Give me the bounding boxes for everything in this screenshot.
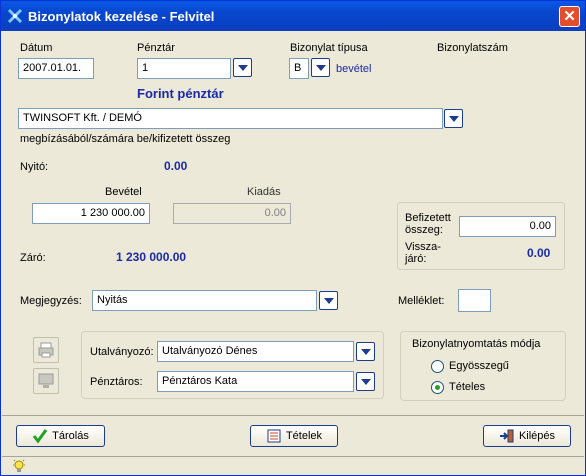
penztaros-label: Pénztáros: bbox=[90, 376, 143, 388]
print-mode-title: Bizonylatnyomtatás módja bbox=[412, 338, 541, 350]
nyito-value: 0.00 bbox=[164, 159, 188, 173]
lightbulb-icon bbox=[13, 459, 25, 472]
penztar-dropdown-button[interactable] bbox=[233, 58, 252, 77]
penztar-label: Pénztár bbox=[137, 42, 175, 54]
preview-button[interactable] bbox=[33, 368, 59, 394]
items-list-icon bbox=[267, 429, 281, 443]
exit-button[interactable]: Kilépés bbox=[483, 425, 571, 447]
items-button-label: Tételek bbox=[285, 430, 323, 442]
megjegyzes-dropdown-button[interactable] bbox=[319, 291, 338, 310]
megjegyzes-label: Megjegyzés: bbox=[20, 295, 82, 307]
bizonylat-tipus-label: Bizonylat típusa bbox=[290, 42, 368, 54]
penztaros-dropdown-button[interactable] bbox=[356, 372, 375, 391]
kiadas-label: Kiadás bbox=[247, 186, 281, 198]
zaro-label: Záró: bbox=[20, 252, 46, 264]
close-button[interactable]: ✕ bbox=[559, 6, 580, 27]
exit-button-label: Kilépés bbox=[518, 430, 556, 442]
main-window: Bizonylatok kezelése - Felvitel ✕ Dátum … bbox=[0, 0, 586, 476]
persons-box: Utalványozó: Utalványozó Dénes Pénztáros… bbox=[81, 331, 384, 399]
radio-egyosszegu-label[interactable]: Egyösszegű bbox=[449, 360, 509, 372]
penztaros-select[interactable]: Pénztáros Kata bbox=[157, 371, 354, 392]
bizonylat-tipus-select[interactable]: B bbox=[289, 58, 309, 79]
kiadas-field: 0.00 bbox=[173, 203, 291, 224]
visszajaro-value: 0.00 bbox=[527, 246, 551, 260]
partner-caption: megbízásából/számára be/kifizetett össze… bbox=[20, 133, 231, 145]
save-button-label: Tárolás bbox=[52, 430, 89, 442]
utalvanyozo-select[interactable]: Utalványozó Dénes bbox=[157, 341, 354, 362]
visszajaro-label: Vissza-járó: bbox=[405, 241, 441, 265]
bizonylat-tipus-dropdown-button[interactable] bbox=[311, 58, 330, 77]
zaro-value: 1 230 000.00 bbox=[116, 250, 187, 264]
window-title: Bizonylatok kezelése - Felvitel bbox=[28, 9, 215, 24]
megjegyzes-select[interactable]: Nyitás bbox=[92, 290, 317, 311]
nyito-label: Nyitó: bbox=[20, 161, 49, 173]
bizonylat-tipus-text: bevétel bbox=[336, 63, 372, 75]
bizonylatszam-label: Bizonylatszám bbox=[437, 42, 508, 54]
utalvanyozo-dropdown-button[interactable] bbox=[356, 342, 375, 361]
bevetel-label: Bevétel bbox=[105, 186, 142, 198]
payment-box: Befizetett összeg: 0.00 Vissza-járó: 0.0… bbox=[397, 202, 565, 270]
datum-field[interactable]: 2007.01.01. bbox=[18, 58, 94, 79]
checkmark-icon bbox=[32, 429, 48, 444]
printer-icon bbox=[38, 342, 54, 358]
status-bar bbox=[2, 456, 584, 475]
radio-egyosszegu[interactable] bbox=[431, 360, 444, 373]
partner-select[interactable]: TWINSOFT Kft. / DEMÓ bbox=[18, 108, 443, 129]
radio-teteles[interactable] bbox=[431, 381, 444, 394]
title-bar: Bizonylatok kezelése - Felvitel ✕ bbox=[1, 1, 585, 31]
print-mode-box: Bizonylatnyomtatás módja Egyösszegű Téte… bbox=[400, 331, 566, 401]
bevetel-field[interactable]: 1 230 000.00 bbox=[32, 203, 150, 224]
datum-label: Dátum bbox=[20, 42, 53, 54]
items-button[interactable]: Tételek bbox=[250, 425, 338, 447]
penztar-select[interactable]: 1 bbox=[137, 58, 231, 79]
radio-teteles-label[interactable]: Tételes bbox=[449, 381, 485, 393]
penztar-name: Forint pénztár bbox=[137, 86, 224, 101]
befizetett-field[interactable]: 0.00 bbox=[459, 216, 556, 237]
monitor-icon bbox=[38, 373, 54, 388]
partner-dropdown-button[interactable] bbox=[444, 109, 463, 128]
melleklet-label: Melléklet: bbox=[398, 295, 445, 307]
button-separator bbox=[2, 415, 584, 416]
print-button[interactable] bbox=[33, 337, 59, 363]
utalvanyozo-label: Utalványozó: bbox=[90, 346, 154, 358]
save-button[interactable]: Tárolás bbox=[16, 425, 105, 447]
befizetett-label: Befizetett összeg: bbox=[405, 212, 451, 236]
melleklet-field[interactable] bbox=[458, 289, 491, 312]
app-icon bbox=[7, 8, 23, 24]
exit-door-icon bbox=[499, 429, 514, 443]
